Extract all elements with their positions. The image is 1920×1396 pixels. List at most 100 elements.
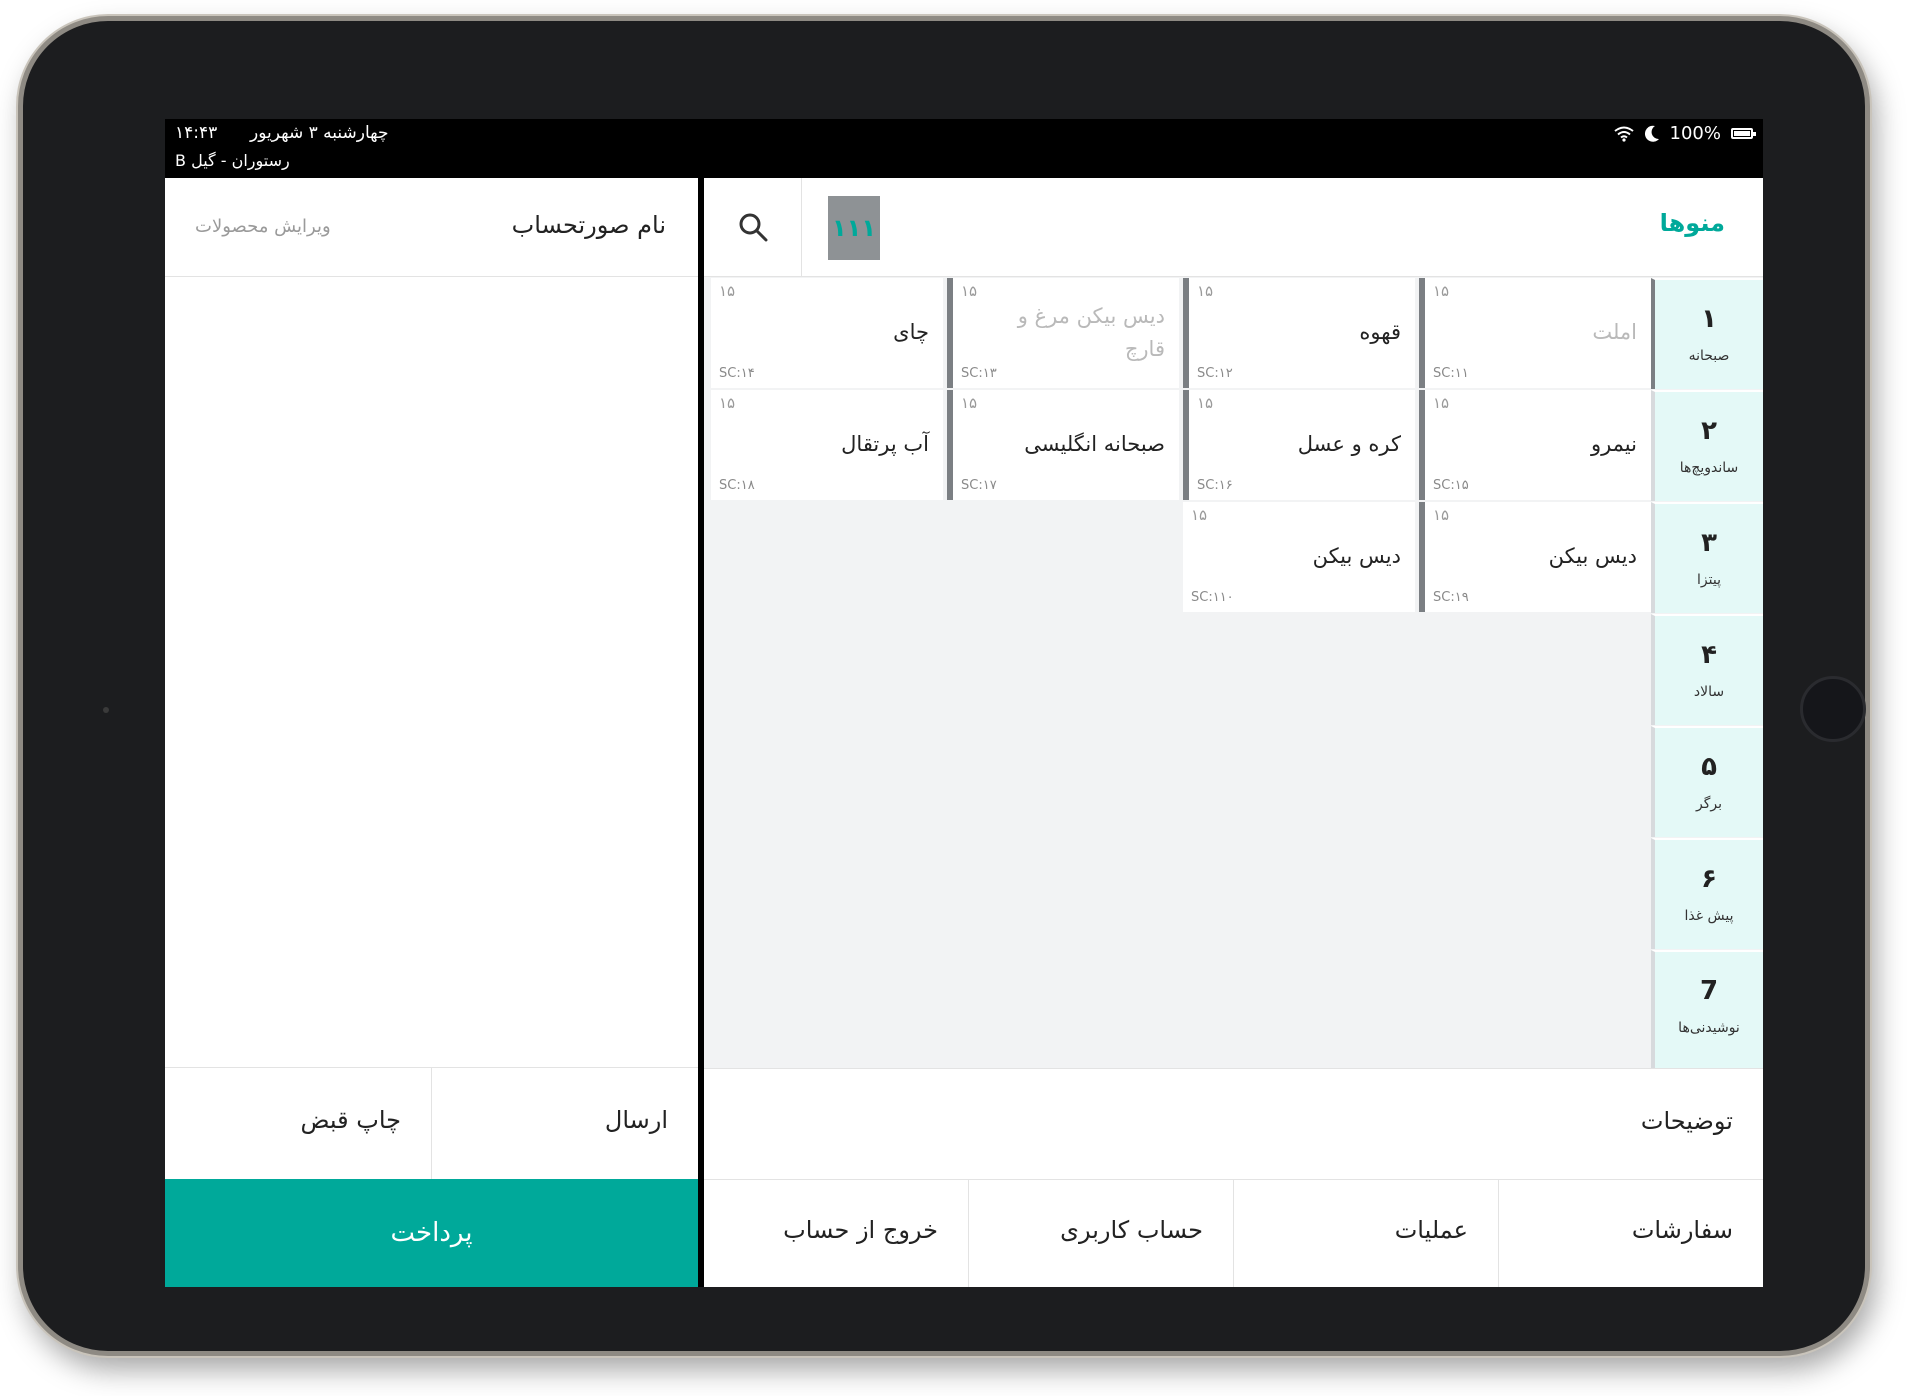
item-price: ۱۵ [1197,282,1214,300]
menu-item[interactable]: ۱۵ نیمرو SC:۱۵ [1419,390,1651,500]
print-receipt-button[interactable]: چاپ قبض [165,1068,432,1179]
item-name: املت [1592,320,1637,344]
category-number: ۵ [1701,752,1717,782]
item-name: دیس بیکن [1548,544,1637,568]
item-price: ۱۵ [1433,394,1450,412]
tablet-frame: ۱۴:۴۳ چهارشنبه ۳ شهریور رستوران - گیل B … [18,16,1870,1356]
category-label: پیتزا [1697,572,1721,588]
invoice-panel: ویرایش محصولات نام صورتحساب چاپ قبض ارسا… [165,178,698,1287]
screen: ۱۴:۴۳ چهارشنبه ۳ شهریور رستوران - گیل B … [165,119,1763,1287]
status-bar: ۱۴:۴۳ چهارشنبه ۳ شهریور رستوران - گیل B … [165,119,1763,178]
category-number: ۱ [1701,304,1717,334]
account-button[interactable]: حساب کاربری [969,1180,1234,1287]
item-price: ۱۵ [719,394,736,412]
moon-icon [1644,125,1659,142]
category-label: نوشیدنی‌ها [1678,1020,1740,1036]
category-salad[interactable]: ۴ سالاد [1651,614,1763,725]
send-label: ارسال [604,1106,668,1134]
item-name: قهوه [1359,320,1401,344]
item-code: SC:۱۸ [719,478,755,493]
menu-item[interactable]: ۱۵ دیس بیکن مرغ و قارچ SC:۱۳ [947,278,1179,388]
menu-item[interactable]: ۱۵ چای SC:۱۴ [711,278,943,388]
home-button[interactable] [1800,676,1866,742]
menu-item[interactable]: ۱۵ دیس بیکن SC:۱۱۰ [1183,502,1415,612]
search-icon [739,213,768,242]
item-code: SC:۱۳ [961,366,997,381]
category-drinks[interactable]: 7 نوشیدنی‌ها [1651,950,1763,1068]
item-code: SC:۱۱۰ [1191,590,1234,605]
menu-panel: ۱۱۱ منوها ۱۵ املت SC:۱۱ ۱۵ قهوه SC:۱۲ ۱۵… [704,178,1763,1287]
item-code: SC:۱۷ [961,478,997,493]
category-sidebar: ۱ صبحانه ۲ ساندویچ‌ها ۳ پیتزا ۴ سالاد ۵ [1651,278,1763,1068]
menu-item[interactable]: ۱۵ دیس بیکن SC:۱۹ [1419,502,1651,612]
status-date: چهارشنبه ۳ شهریور [250,123,389,143]
restaurant-name: رستوران - گیل B [175,151,290,170]
item-price: ۱۵ [1433,506,1450,524]
item-price: ۱۵ [1191,506,1208,524]
invoice-actions: چاپ قبض ارسال [165,1067,698,1179]
category-label: سالاد [1693,684,1725,700]
orders-button[interactable]: سفارشات [1499,1180,1763,1287]
item-code: SC:۱۴ [719,366,755,381]
item-name: آب پرتقال [841,432,929,456]
item-code: SC:۱۲ [1197,366,1233,381]
menu-items-grid: ۱۵ املت SC:۱۱ ۱۵ قهوه SC:۱۲ ۱۵ دیس بیکن … [704,278,1651,1068]
camera-dot [103,707,109,713]
item-price: ۱۵ [961,394,978,412]
item-name: دیس بیکن مرغ و قارچ [1017,304,1165,361]
item-price: ۱۵ [719,282,736,300]
operations-label: عملیات [1394,1216,1468,1244]
category-appetizer[interactable]: ۶ پیش غذا [1651,838,1763,949]
operations-button[interactable]: عملیات [1234,1180,1499,1287]
item-code: SC:۱۵ [1433,478,1469,493]
item-name: نیمرو [1590,432,1637,456]
orders-label: سفارشات [1631,1216,1733,1244]
item-name: دیس بیکن [1312,544,1401,568]
pay-button[interactable]: پرداخت [165,1179,698,1287]
notes-field[interactable]: توضیحات [704,1068,1763,1180]
item-code: SC:۱۶ [1197,478,1233,493]
search-button[interactable] [704,178,802,277]
category-burger[interactable]: ۵ برگر [1651,726,1763,837]
category-breakfast[interactable]: ۱ صبحانه [1651,278,1763,389]
category-pizza[interactable]: ۳ پیتزا [1651,502,1763,613]
item-code: SC:۱۱ [1433,366,1469,381]
category-sandwiches[interactable]: ۲ ساندویچ‌ها [1651,390,1763,501]
status-time: ۱۴:۴۳ [175,123,218,143]
invoice-header: ویرایش محصولات نام صورتحساب [165,178,698,277]
menu-header: ۱۱۱ منوها [704,178,1763,277]
edit-products-link[interactable]: ویرایش محصولات [195,216,331,237]
category-number: ۴ [1701,640,1717,670]
menus-title: منوها [1659,209,1725,237]
category-number: ۲ [1701,416,1717,446]
item-name: کره و عسل [1297,432,1401,456]
grid-view-button[interactable]: ۱۱۱ [828,196,880,260]
item-price: ۱۵ [961,282,978,300]
menu-item[interactable]: ۱۵ آب پرتقال SC:۱۸ [711,390,943,500]
battery-icon [1731,128,1756,139]
status-icons: 100% [1613,123,1756,144]
category-label: پیش غذا [1684,908,1734,924]
menu-item[interactable]: ۱۵ املت SC:۱۱ [1419,278,1651,388]
category-label: برگر [1695,796,1722,812]
item-price: ۱۵ [1197,394,1214,412]
wifi-icon [1613,126,1634,142]
item-price: ۱۵ [1433,282,1450,300]
menu-item[interactable]: ۱۵ قهوه SC:۱۲ [1183,278,1415,388]
notes-label: توضیحات [1640,1107,1733,1135]
category-number: 7 [1699,976,1719,1006]
battery-percent: 100% [1669,123,1721,144]
account-label: حساب کاربری [1060,1216,1203,1244]
category-number: ۶ [1701,864,1717,894]
menu-item[interactable]: ۱۵ صبحانه انگلیسی SC:۱۷ [947,390,1179,500]
item-name: صبحانه انگلیسی [1024,432,1165,456]
category-label: ساندویچ‌ها [1679,460,1739,476]
bottom-nav: خروج از حساب حساب کاربری عملیات سفارشات [704,1179,1763,1287]
logout-button[interactable]: خروج از حساب [704,1180,969,1287]
menu-item[interactable]: ۱۵ کره و عسل SC:۱۶ [1183,390,1415,500]
category-label: صبحانه [1688,348,1730,364]
invoice-title[interactable]: نام صورتحساب [512,211,666,239]
logout-label: خروج از حساب [783,1216,938,1244]
send-button[interactable]: ارسال [432,1068,698,1179]
item-code: SC:۱۹ [1433,590,1469,605]
